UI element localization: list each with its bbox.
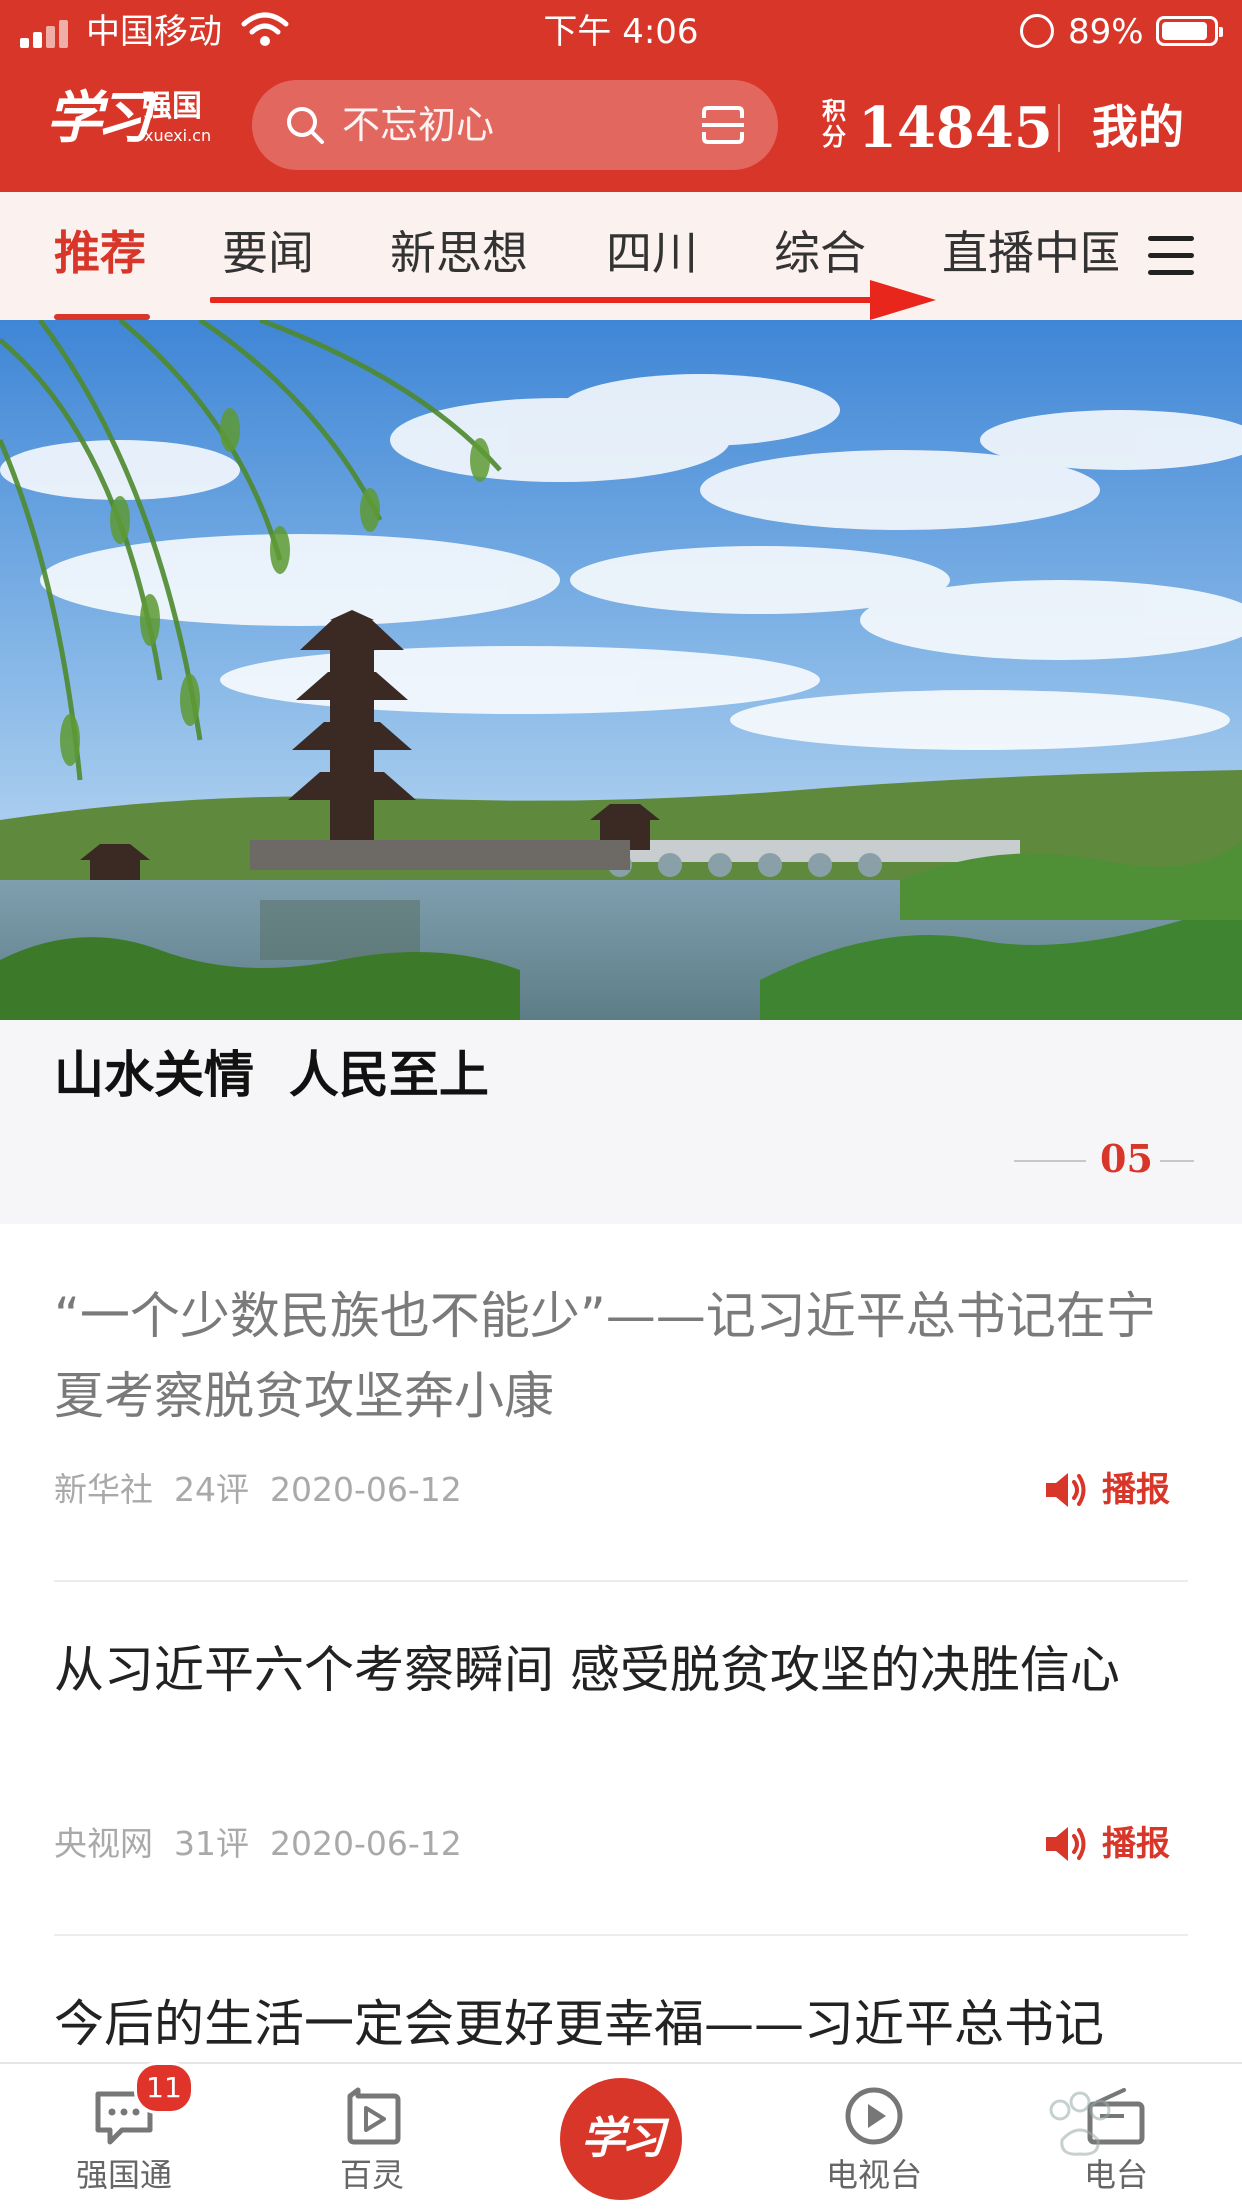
nav-label: 电视台: [825, 2156, 922, 2194]
tab-new-thought[interactable]: 新思想: [390, 222, 528, 284]
nav-label: 百灵: [339, 2156, 404, 2194]
tab-sichuan[interactable]: 四川: [606, 222, 698, 284]
play-circle-icon: [845, 2087, 903, 2145]
broadcast-button[interactable]: 播报: [1044, 1822, 1184, 1866]
article-date: 2020-06-12: [269, 1470, 462, 1509]
logo-domain: xuexi.cn: [144, 126, 212, 145]
rotation-lock-icon: [1020, 14, 1054, 48]
clock: 下午 4:06: [543, 12, 699, 52]
battery-percent: 89%: [1068, 12, 1144, 52]
menu-icon[interactable]: [1148, 236, 1194, 276]
battery-fill: [1162, 22, 1207, 40]
logo-script: 学习: [46, 85, 152, 151]
scan-icon[interactable]: [700, 104, 746, 146]
list-divider: [54, 1580, 1188, 1582]
battery-icon: [1156, 16, 1223, 46]
search-icon: [287, 107, 324, 144]
tab-headlines[interactable]: 要闻: [222, 222, 314, 284]
points-value[interactable]: 14845: [858, 88, 1053, 168]
hero-banner-image[interactable]: [0, 320, 1242, 1020]
tab-live-china[interactable]: 直播中国: [942, 222, 1126, 284]
article-comments: 24评: [173, 1470, 249, 1509]
nav-bailing[interactable]: 百灵: [282, 2064, 462, 2210]
logo-text: 强国: [142, 89, 202, 124]
app-logo[interactable]: 学习 强国 xuexi.cn: [46, 80, 216, 156]
points-label: 积分: [822, 97, 846, 151]
landscape-picture: [0, 320, 1242, 1020]
article-title[interactable]: 今后的生活一定会更好更幸福——习近平总书记: [54, 1984, 1194, 2062]
broadcast-label: 播报: [1102, 1824, 1170, 1864]
broadcast-label: 播报: [1102, 1470, 1170, 1510]
article-meta: 新华社 24评 2020-06-12: [54, 1468, 462, 1512]
speaker-icon: [1046, 1827, 1086, 1861]
header-divider: [1058, 104, 1060, 152]
tab-recommend[interactable]: 推荐: [54, 222, 146, 284]
app-header: 中国移动 下午 4:06 89% 学习 强国 xuexi.cn 不忘初心 积分 …: [0, 0, 1242, 192]
unread-badge: 11: [134, 2062, 194, 2114]
broadcast-button[interactable]: 播报: [1044, 1468, 1184, 1512]
mine-button[interactable]: 我的: [1092, 96, 1184, 158]
article-title[interactable]: 从习近平六个考察瞬间 感受脱贫攻坚的决胜信心: [54, 1630, 1194, 1710]
article-source: 央视网: [54, 1824, 153, 1863]
xuexi-logo-icon: 学习: [581, 2113, 665, 2164]
search-placeholder: 不忘初心: [342, 103, 495, 147]
article-meta: 央视网 31评 2020-06-12: [54, 1822, 462, 1866]
xuexi-home-button[interactable]: 学习: [560, 2078, 682, 2200]
article-source: 新华社: [54, 1470, 153, 1509]
article-date: 2020-06-12: [269, 1824, 462, 1863]
hero-title[interactable]: 山水关情 人民至上: [54, 1040, 489, 1110]
speaker-icon: [1046, 1473, 1086, 1507]
page-indicator-line: [1014, 1160, 1086, 1162]
tab-comprehensive[interactable]: 综合: [774, 222, 866, 284]
video-play-icon: [347, 2087, 401, 2145]
status-bar: 中国移动 下午 4:06 89%: [0, 0, 1242, 62]
nav-tv[interactable]: 电视台: [784, 2064, 964, 2210]
annotation-arrow: [210, 280, 936, 320]
nav-label: 强国通: [75, 2156, 172, 2194]
page-indicator-line: [1160, 1160, 1194, 1162]
nav-qiangguotong[interactable]: 11 强国通: [34, 2062, 214, 2210]
article-title[interactable]: “一个少数民族也不能少”——记习近平总书记在宁夏考察脱贫攻坚奔小康: [54, 1276, 1194, 1436]
list-divider: [54, 1934, 1188, 1936]
hero-page-number: 05: [1100, 1136, 1153, 1181]
baidu-watermark-logo: [1049, 2091, 1111, 2156]
search-bar[interactable]: 不忘初心: [252, 80, 778, 170]
article-comments: 31评: [173, 1824, 249, 1863]
